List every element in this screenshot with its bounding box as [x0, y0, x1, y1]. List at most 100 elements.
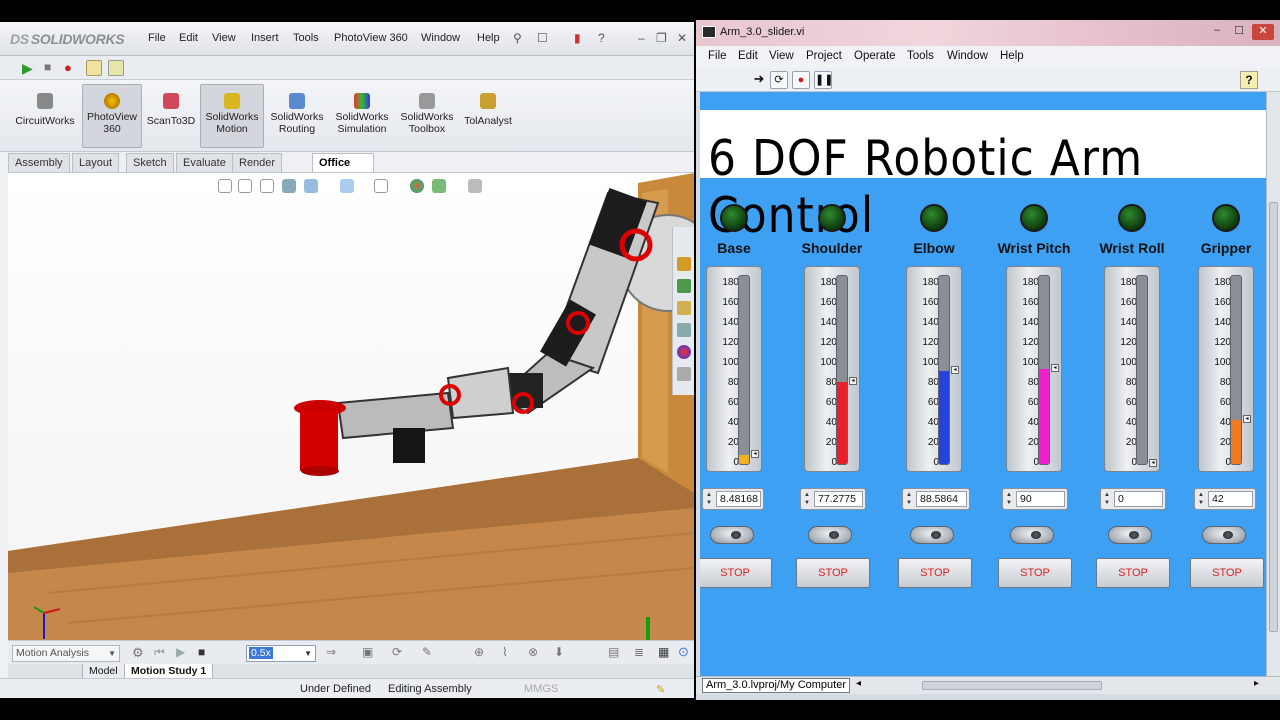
tolanalyst-button[interactable]: TolAnalyst	[460, 84, 516, 148]
slider-thumb[interactable]: ◂	[951, 366, 959, 374]
slider-track[interactable]	[938, 275, 950, 465]
numeric-value-field[interactable]: 88.5864	[916, 491, 967, 507]
tab-assembly[interactable]: Assembly	[8, 153, 70, 172]
lv-menu-edit[interactable]: Edit	[738, 50, 758, 62]
results-icon[interactable]: ▤	[608, 645, 619, 659]
tag-icon[interactable]: ✎	[656, 683, 665, 696]
playback-speed-select[interactable]: 0.5x ▼	[246, 645, 316, 662]
play-from-start-icon[interactable]: ⏮	[154, 645, 165, 660]
run-arrow-icon[interactable]: ➜	[750, 71, 768, 89]
new-document-icon[interactable]: ☐	[537, 31, 548, 45]
sw-menu-file[interactable]: File	[148, 32, 166, 44]
slider-track[interactable]	[1136, 275, 1148, 465]
lv-menu-project[interactable]: Project	[806, 50, 842, 62]
numeric-control-wrist-roll[interactable]: ▲ ▼ 0	[1100, 488, 1166, 510]
slider-track[interactable]	[738, 275, 750, 465]
routing-button[interactable]: SolidWorks Routing	[266, 84, 328, 148]
numeric-control-wrist-pitch[interactable]: ▲ ▼ 90	[1002, 488, 1068, 510]
photoview-button[interactable]: PhotoView 360	[82, 84, 142, 148]
pause-icon[interactable]: ❚❚	[814, 71, 833, 89]
scanto3d-button[interactable]: ScanTo3D	[144, 84, 198, 148]
filter-icon[interactable]: ≣	[634, 645, 644, 659]
collapse-icon[interactable]: ▦	[658, 645, 669, 659]
gravity-icon[interactable]: ⬇	[554, 645, 564, 659]
motion-button[interactable]: SolidWorks Motion	[200, 84, 264, 148]
circuitworks-button[interactable]: CircuitWorks	[10, 84, 80, 148]
run-continuously-icon[interactable]: ⟳	[770, 71, 788, 89]
edit-macro-icon[interactable]	[108, 60, 124, 76]
sw-menu-view[interactable]: View	[212, 32, 236, 44]
increment-decrement-icon[interactable]: ▲ ▼	[1005, 491, 1013, 507]
tab-office-products[interactable]: Office Products	[312, 153, 374, 187]
file-explorer-icon[interactable]	[677, 301, 691, 315]
tab-render-tools[interactable]: Render Tools	[232, 153, 283, 187]
lv-menu-view[interactable]: View	[769, 50, 794, 62]
tab-evaluate[interactable]: Evaluate	[176, 153, 233, 172]
play-icon[interactable]: ▶	[176, 645, 185, 659]
animation-wizard-icon[interactable]: ⟳	[392, 645, 402, 659]
joint-toggle-elbow[interactable]	[910, 526, 954, 544]
joint-slider-elbow[interactable]: 180 160 140 120 100 80 60 40 20 0 ◂	[906, 266, 962, 472]
stop-button-elbow[interactable]: STOP	[898, 558, 972, 588]
rebuild-icon[interactable]: ▮	[574, 31, 581, 45]
expand-icon[interactable]: ⊙	[678, 644, 689, 660]
stop-icon[interactable]: ■	[198, 645, 205, 659]
sw-menu-edit[interactable]: Edit	[179, 32, 198, 44]
status-units[interactable]: MMGS	[524, 683, 558, 695]
lv-menu-file[interactable]: File	[708, 50, 727, 62]
project-path[interactable]: Arm_3.0.lvproj/My Computer	[702, 678, 850, 693]
slider-thumb[interactable]: ◂	[1051, 364, 1059, 372]
close-icon[interactable]: ✕	[677, 31, 687, 45]
play-icon[interactable]: ▶	[22, 60, 38, 76]
lv-menu-help[interactable]: Help	[1000, 50, 1024, 62]
lv-menu-operate[interactable]: Operate	[854, 50, 896, 62]
lv-menu-tools[interactable]: Tools	[907, 50, 934, 62]
increment-decrement-icon[interactable]: ▲ ▼	[705, 491, 713, 507]
graphics-area[interactable]	[8, 172, 694, 652]
tab-motion-study-1[interactable]: Motion Study 1	[124, 664, 214, 679]
restore-icon[interactable]: ❐	[656, 31, 667, 45]
numeric-value-field[interactable]: 0	[1114, 491, 1163, 507]
lv-menu-window[interactable]: Window	[947, 50, 988, 62]
scroll-thumb[interactable]	[1269, 202, 1278, 632]
joint-toggle-wrist-roll[interactable]	[1108, 526, 1152, 544]
numeric-control-elbow[interactable]: ▲ ▼ 88.5864	[902, 488, 970, 510]
sw-menu-window[interactable]: Window	[421, 32, 460, 44]
motion-type-select[interactable]: Motion Analysis ▼	[12, 645, 120, 662]
stop-button-wrist-roll[interactable]: STOP	[1096, 558, 1170, 588]
increment-decrement-icon[interactable]: ▲ ▼	[1197, 491, 1205, 507]
joint-slider-gripper[interactable]: 180 160 140 120 100 80 60 40 20 0 ◂	[1198, 266, 1254, 472]
joint-toggle-shoulder[interactable]	[808, 526, 852, 544]
numeric-control-base[interactable]: ▲ ▼ 8.48168	[702, 488, 764, 510]
design-library-icon[interactable]	[677, 279, 691, 293]
joint-slider-base[interactable]: 180 160 140 120 100 80 60 40 20 0 ◂	[706, 266, 762, 472]
tab-model[interactable]: Model	[82, 664, 125, 679]
home-icon[interactable]	[677, 257, 691, 271]
simulation-button[interactable]: SolidWorks Simulation	[330, 84, 394, 148]
numeric-value-field[interactable]: 90	[1016, 491, 1065, 507]
slider-thumb[interactable]: ◂	[1243, 415, 1251, 423]
abort-icon[interactable]: ●	[792, 71, 810, 89]
slider-track[interactable]	[1230, 275, 1242, 465]
scroll-right-icon[interactable]: ▸	[1254, 678, 1259, 689]
tab-sketch[interactable]: Sketch	[126, 153, 174, 172]
stop-button-shoulder[interactable]: STOP	[796, 558, 870, 588]
joint-slider-wrist-pitch[interactable]: 180 160 140 120 100 80 60 40 20 0 ◂	[1006, 266, 1062, 472]
slider-thumb[interactable]: ◂	[751, 450, 759, 458]
joint-toggle-base[interactable]	[710, 526, 754, 544]
custom-properties-icon[interactable]	[677, 367, 691, 381]
stop-button-gripper[interactable]: STOP	[1190, 558, 1264, 588]
maximize-icon[interactable]: ☐	[1228, 24, 1250, 40]
sw-menu-tools[interactable]: Tools	[293, 32, 319, 44]
increment-decrement-icon[interactable]: ▲ ▼	[803, 491, 811, 507]
stop-icon[interactable]: ■	[44, 60, 60, 76]
slider-track[interactable]	[836, 275, 848, 465]
slider-track[interactable]	[1038, 275, 1050, 465]
close-icon[interactable]: ✕	[1252, 24, 1274, 40]
tab-layout[interactable]: Layout	[72, 153, 120, 172]
toolbox-button[interactable]: SolidWorks Toolbox	[396, 84, 458, 148]
record-icon[interactable]: ●	[64, 60, 80, 76]
autokey-icon[interactable]: ✎	[422, 645, 432, 659]
joint-toggle-wrist-pitch[interactable]	[1010, 526, 1054, 544]
appearances-icon[interactable]	[677, 345, 691, 359]
